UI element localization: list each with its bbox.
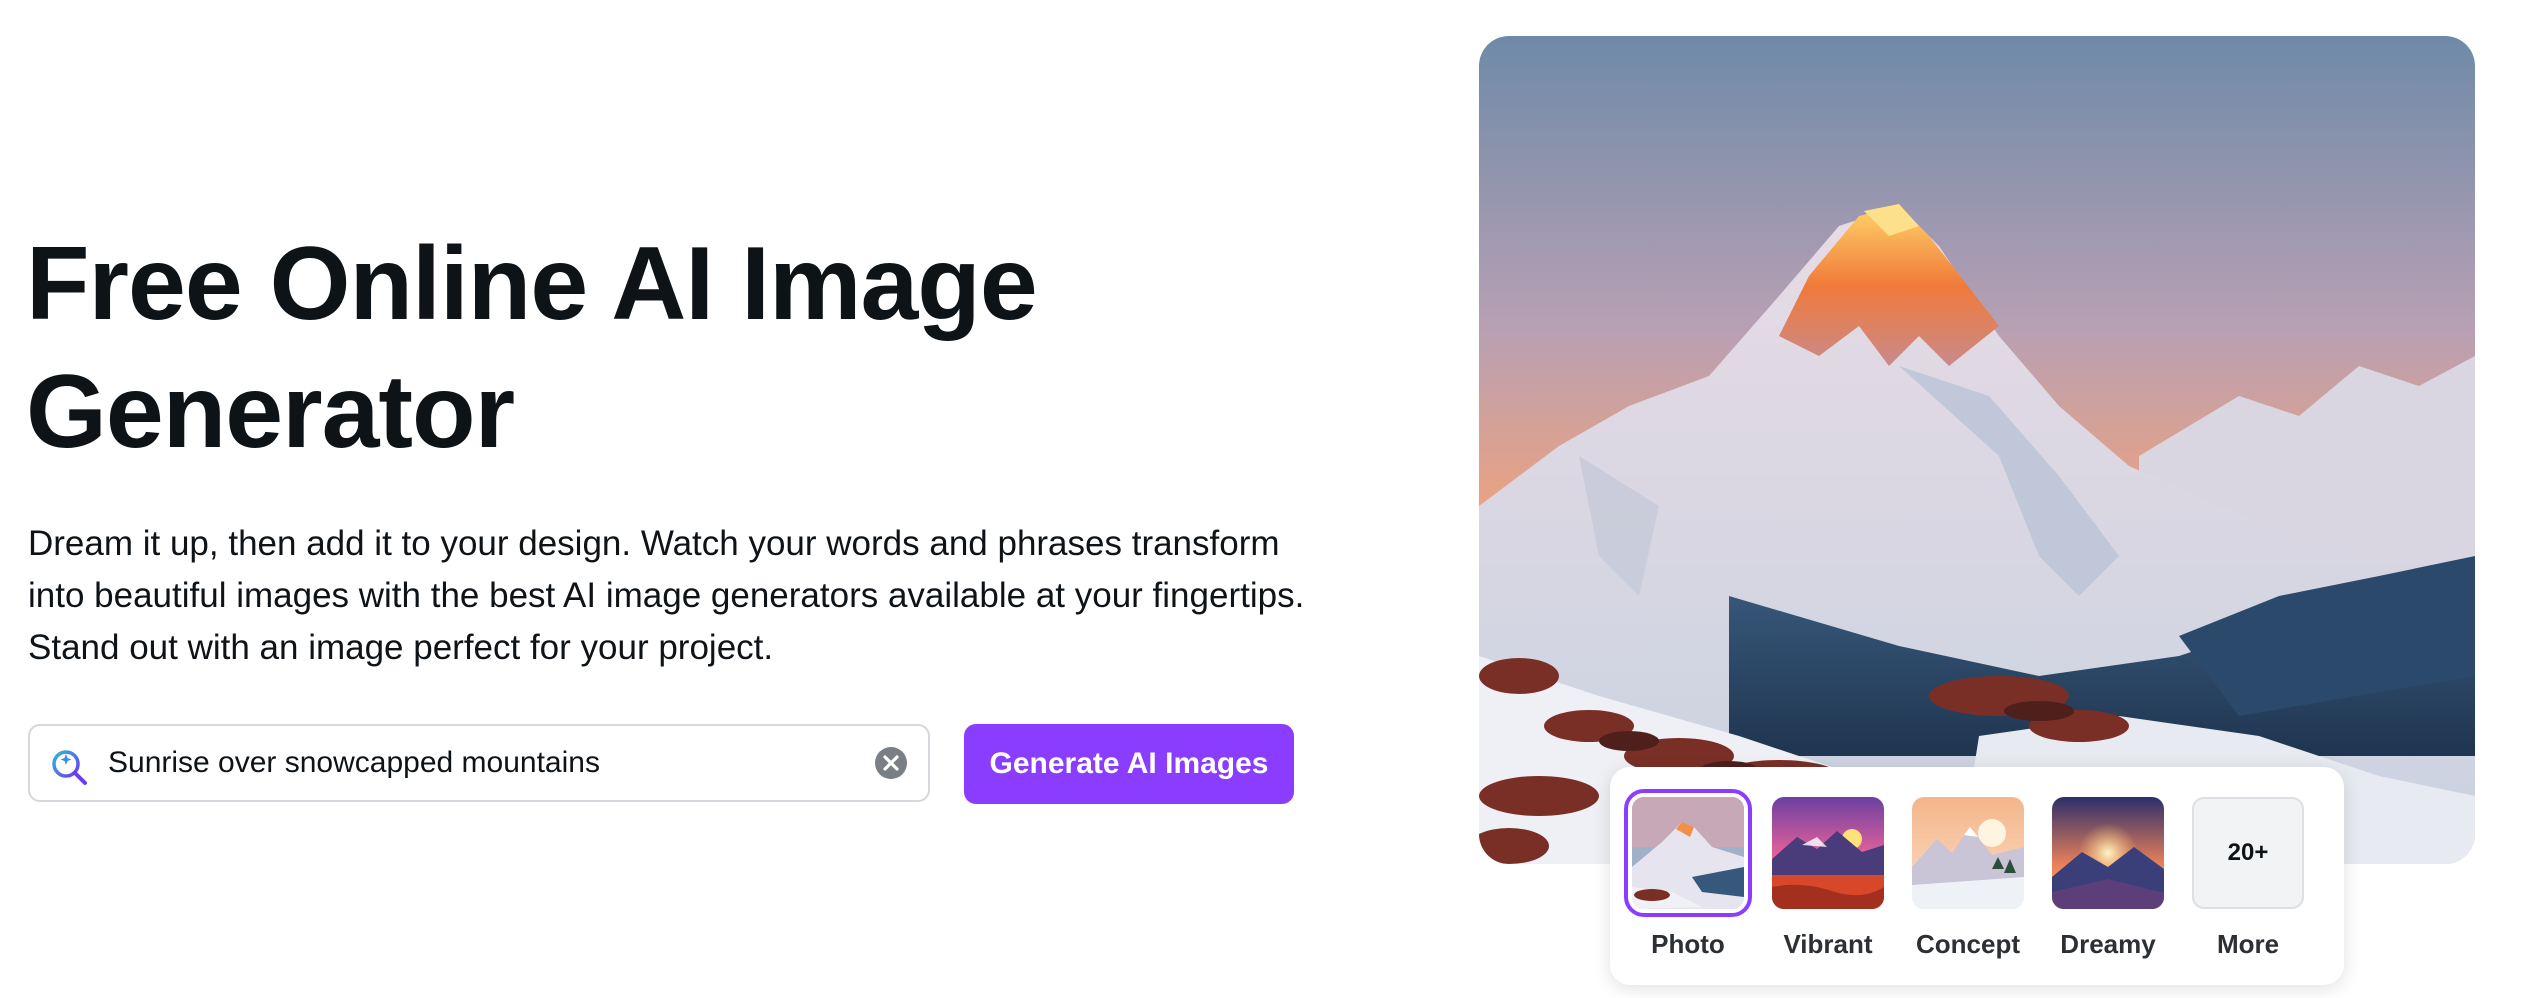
hero-description: Dream it up, then add it to your design.…	[28, 524, 1305, 667]
style-label-concept: Concept	[1916, 929, 2020, 959]
page-title: Free Online AI Image Generator	[26, 220, 1176, 476]
more-styles-tile: 20+	[2192, 797, 2304, 909]
dreamy-thumbnail	[2052, 797, 2164, 909]
style-selector-panel: Photo Vibrant Concept Dreamy 20+ More	[1610, 767, 2344, 985]
style-label-dreamy: Dreamy	[2060, 929, 2156, 959]
prompt-search-box[interactable]	[28, 724, 930, 802]
concept-thumbnail	[1912, 797, 2024, 909]
title-line-1: Free Online AI Image	[26, 226, 1038, 342]
mountain-sunrise-image	[1479, 36, 2475, 864]
title-line-2: Generator	[26, 354, 515, 470]
style-label-more: More	[2216, 929, 2280, 959]
photo-thumbnail	[1624, 789, 1752, 917]
style-option-vibrant[interactable]: Vibrant	[1768, 793, 1888, 960]
prompt-input[interactable]	[108, 726, 868, 800]
style-option-concept[interactable]: Concept	[1908, 793, 2028, 960]
style-option-dreamy[interactable]: Dreamy	[2048, 793, 2168, 960]
style-option-more[interactable]: 20+ More	[2188, 793, 2308, 960]
magic-search-icon	[52, 750, 87, 785]
vibrant-thumbnail	[1772, 797, 1884, 909]
generate-ai-images-button[interactable]: Generate AI Images	[964, 724, 1294, 804]
style-label-vibrant: Vibrant	[1783, 929, 1873, 959]
clear-icon[interactable]	[874, 746, 908, 780]
style-label-photo: Photo	[1651, 929, 1725, 959]
style-option-photo[interactable]: Photo	[1624, 789, 1752, 960]
